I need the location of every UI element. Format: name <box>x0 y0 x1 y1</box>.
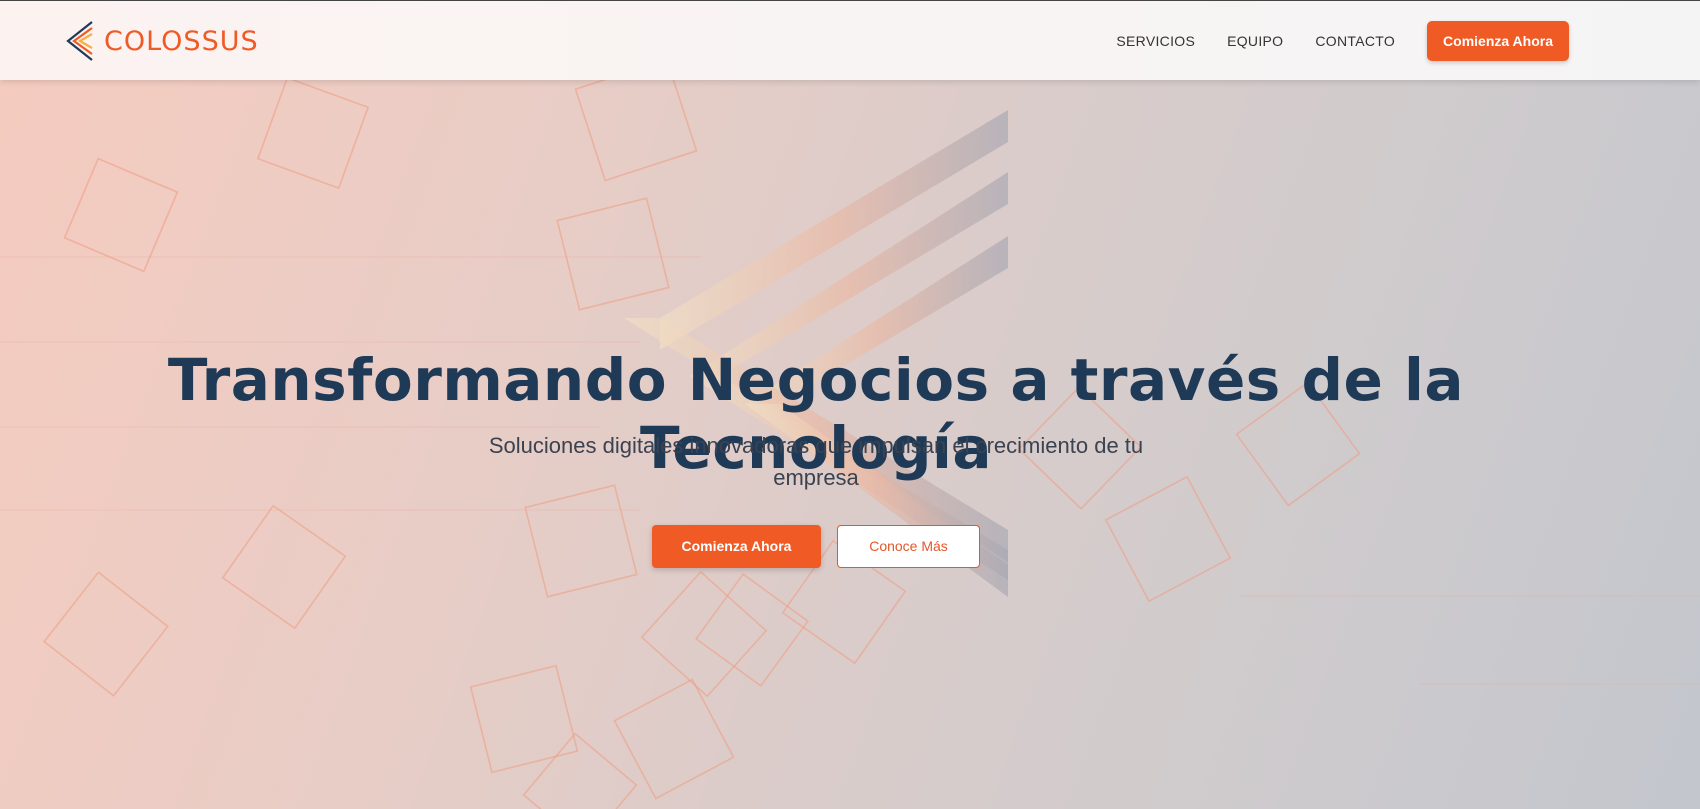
brand-logo[interactable]: COLOSSUS <box>64 19 259 63</box>
main-nav: SERVICIOS EQUIPO CONTACTO Comienza Ahora <box>1116 1 1700 81</box>
chevron-logo-icon <box>66 21 93 61</box>
nav-link-equipo[interactable]: EQUIPO <box>1227 33 1283 49</box>
header-cta-button[interactable]: Comienza Ahora <box>1427 21 1569 61</box>
learn-more-button[interactable]: Conoce Más <box>837 525 980 568</box>
hero-section: Transformando Negocios a través de la Te… <box>0 80 1700 809</box>
nav-link-servicios[interactable]: SERVICIOS <box>1116 33 1195 49</box>
nav-link-contacto[interactable]: CONTACTO <box>1315 33 1395 49</box>
hero-subtitle: Soluciones digitales innovadoras que imp… <box>488 433 1144 490</box>
brand-name: COLOSSUS <box>104 25 259 57</box>
get-started-button[interactable]: Comienza Ahora <box>652 525 821 568</box>
site-header: COLOSSUS SERVICIOS EQUIPO CONTACTO Comie… <box>0 0 1700 80</box>
